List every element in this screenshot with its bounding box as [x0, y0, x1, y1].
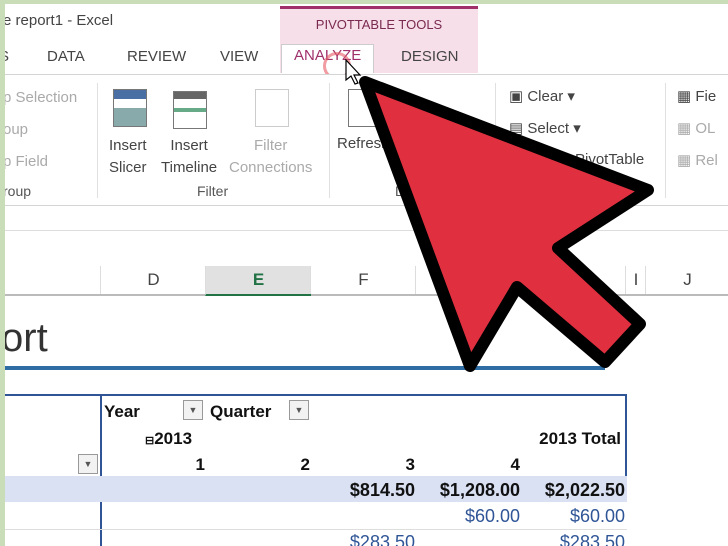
excel-window: e report1 - Excel PIVOTTABLE TOOLS S DAT… [5, 4, 728, 546]
red-arrow-pointer [345, 58, 654, 372]
arrow-shape [359, 76, 654, 372]
mouse-cursor-icon [345, 58, 362, 85]
